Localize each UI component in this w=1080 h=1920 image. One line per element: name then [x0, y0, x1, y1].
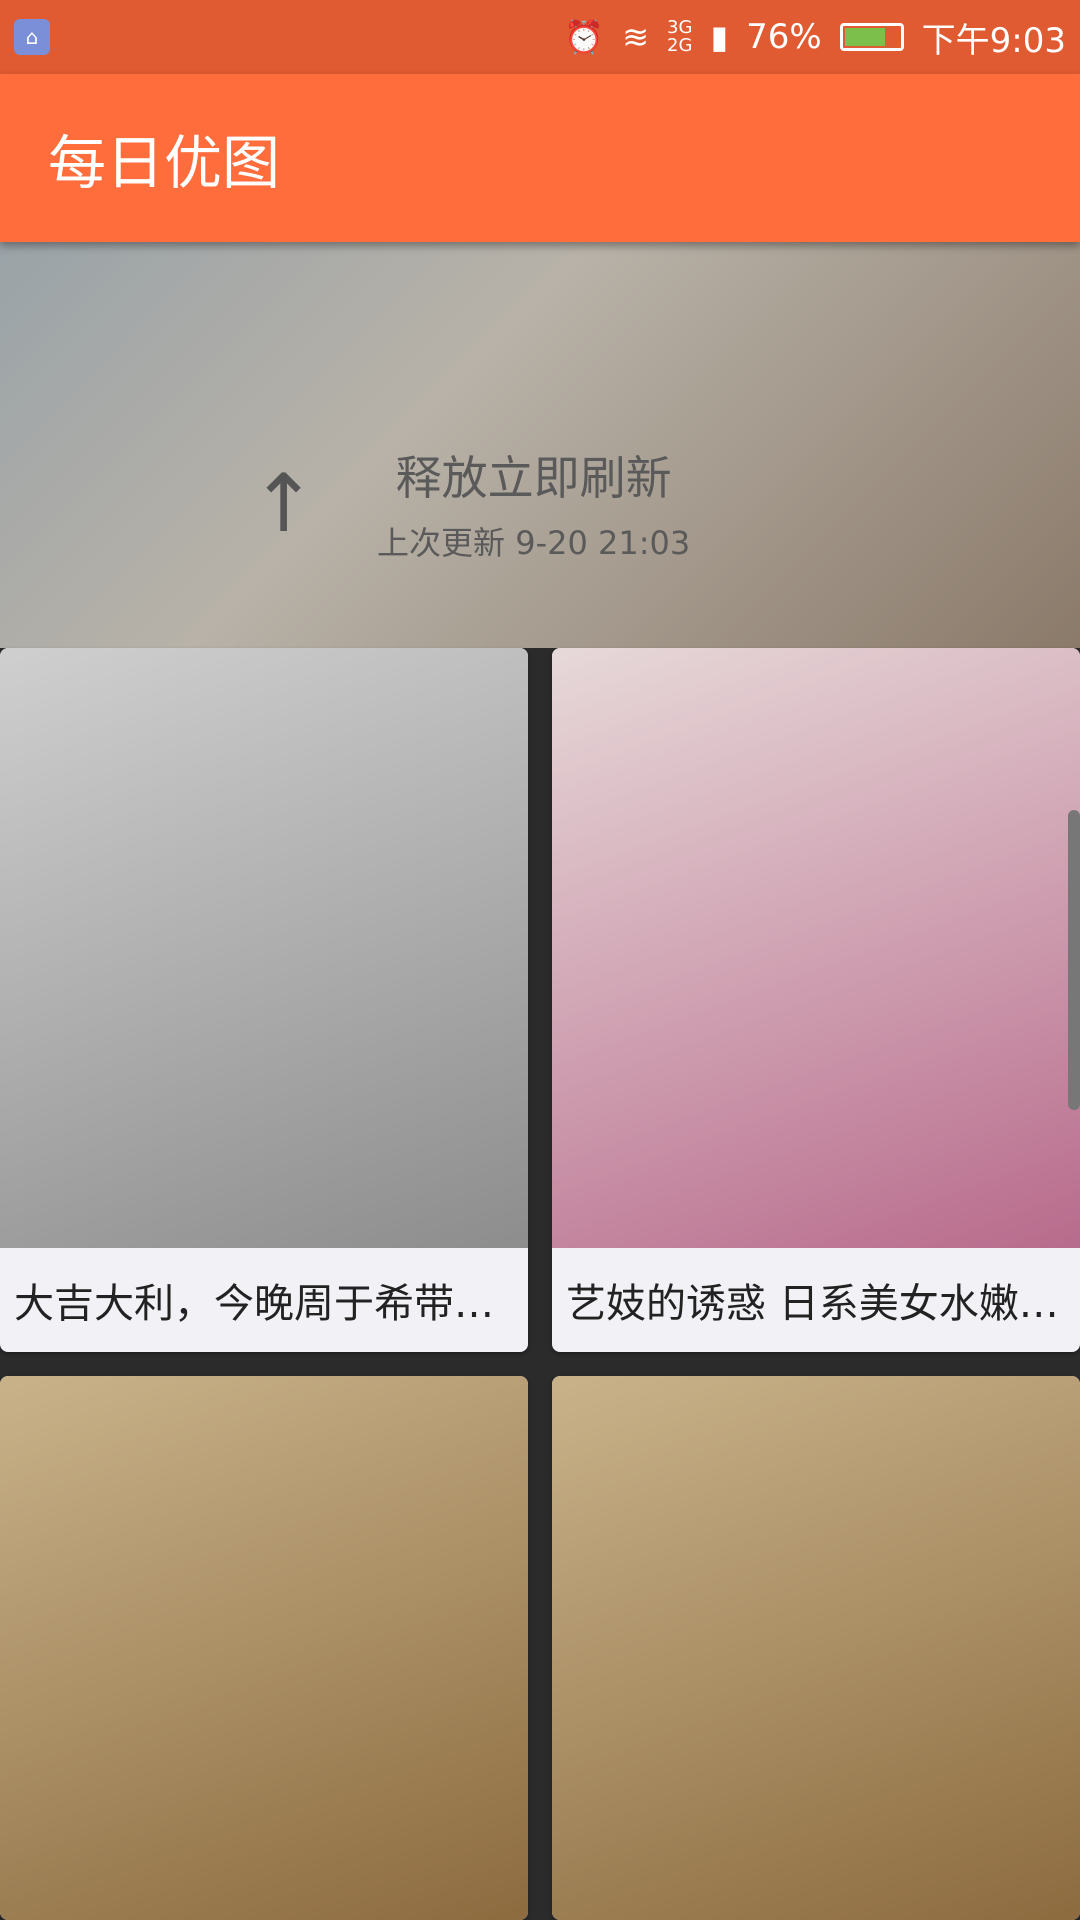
pull-to-refresh-header: ↑ 释放立即刷新 上次更新 9-20 21:03 — [0, 242, 1080, 648]
last-updated-text: 上次更新 9-20 21:03 — [377, 524, 691, 562]
card-image[interactable] — [552, 648, 1080, 1248]
app-bar: 每日优图 — [0, 74, 1080, 242]
wifi-icon: ≋ — [622, 18, 650, 56]
card-caption[interactable]: 艺妓的诱惑 日系美女水嫩… — [552, 1248, 1080, 1352]
card-image[interactable] — [0, 648, 528, 1248]
status-bar: ⌂ ⏰ ≋ 3G 2G ▮ 76% 下午9:03 — [0, 0, 1080, 74]
network-type: 3G 2G — [667, 19, 692, 55]
signal-icon: ▮ — [710, 18, 729, 56]
scrollbar[interactable] — [1068, 810, 1080, 1110]
refresh-indicator: ↑ 释放立即刷新 上次更新 9-20 21:03 — [250, 442, 690, 564]
gallery-card[interactable]: 大吉大利，今晚周于希带… — [0, 648, 528, 1352]
network-label-2g: 2G — [667, 35, 693, 56]
usb-icon: ⌂ — [14, 19, 50, 55]
arrow-up-icon: ↑ — [250, 456, 318, 550]
battery-fill — [844, 28, 885, 46]
alarm-icon: ⏰ — [564, 18, 605, 56]
battery-percent: 76% — [746, 17, 822, 57]
gallery-card[interactable] — [0, 1376, 528, 1920]
card-image[interactable] — [552, 1376, 1080, 1920]
gallery-card[interactable] — [552, 1376, 1080, 1920]
refresh-main-text: 释放立即刷新 — [395, 451, 672, 505]
card-caption[interactable]: 大吉大利，今晚周于希带… — [0, 1248, 528, 1352]
clock: 下午9:03 — [921, 20, 1066, 61]
card-image[interactable] — [0, 1376, 528, 1920]
app-title: 每日优图 — [48, 129, 281, 197]
refresh-text: 释放立即刷新 上次更新 9-20 21:03 — [377, 442, 690, 564]
gallery-card[interactable]: 艺妓的诱惑 日系美女水嫩… — [552, 648, 1080, 1352]
battery-icon — [839, 23, 904, 51]
status-right: ⏰ ≋ 3G 2G ▮ 76% 下午9:03 — [564, 13, 1066, 62]
